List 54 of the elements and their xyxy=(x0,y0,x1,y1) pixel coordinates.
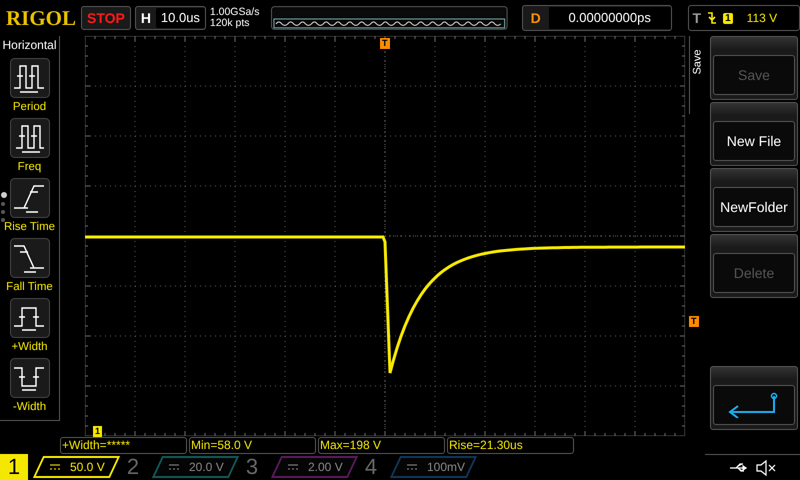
channel-scale-box[interactable]: 2.00 V xyxy=(270,456,358,478)
delay-value: 0.00000000ps xyxy=(548,7,671,29)
delay-label: D xyxy=(530,10,542,26)
rise-measure-icon[interactable] xyxy=(10,178,50,218)
measurement-readout: +Width=***** xyxy=(60,437,187,454)
dc-coupling-icon xyxy=(169,464,179,470)
measure-label[interactable]: Period xyxy=(12,101,46,113)
channel-scale-box[interactable]: 20.0 V xyxy=(152,456,240,478)
memory-depth: 120k pts xyxy=(210,18,251,29)
usb-icon xyxy=(730,462,750,472)
return-button[interactable] xyxy=(713,385,795,425)
panel-title: Horizontal xyxy=(2,38,57,52)
channel-number[interactable]: 4 xyxy=(357,454,385,480)
dc-coupling-icon xyxy=(288,464,298,470)
brand-logo: RIGOL xyxy=(6,6,77,30)
channel-number[interactable]: 2 xyxy=(119,454,147,480)
trigger-label: T xyxy=(692,10,702,26)
measurement-readout: Rise=21.30us xyxy=(447,437,574,454)
channel-scale: 100mV xyxy=(427,460,466,474)
measurement-readout: Max=198 V xyxy=(318,437,445,454)
trigger-level: 113 V xyxy=(746,11,778,25)
menu-title: Save xyxy=(692,49,704,75)
measure-label[interactable]: Rise Time xyxy=(4,221,56,233)
fall-measure-icon[interactable] xyxy=(10,238,50,278)
channel-number[interactable]: 1 xyxy=(0,454,28,480)
channel-scale-box[interactable]: 100mV xyxy=(390,456,478,478)
trigger-source: 1 xyxy=(723,12,733,24)
freq-measure-icon[interactable] xyxy=(10,118,50,158)
trigger-level-marker[interactable]: T xyxy=(689,316,698,327)
dc-coupling-icon xyxy=(50,464,60,470)
nwidth-measure-icon[interactable] xyxy=(10,358,50,398)
falling-edge-icon xyxy=(707,11,718,25)
channel-scale: 50.0 V xyxy=(70,460,105,474)
mute-icon xyxy=(756,460,776,476)
measure-label[interactable]: -Width xyxy=(12,401,46,413)
measurement-readout: Min=58.0 V xyxy=(189,437,316,454)
measure-label[interactable]: Fall Time xyxy=(6,281,53,293)
trigger-position-marker[interactable]: T xyxy=(380,38,390,49)
measure-label[interactable]: Freq xyxy=(18,161,42,173)
channel-scale-box[interactable]: 50.0 V xyxy=(32,456,120,478)
channel-marker[interactable]: 1 xyxy=(93,426,102,437)
timebase-label: H xyxy=(140,10,152,26)
sample-rate: 1.00GSa/s xyxy=(210,7,260,18)
channel-scale: 20.0 V xyxy=(189,460,224,474)
channel-number[interactable]: 3 xyxy=(238,454,266,480)
timebase-value: 10.0us xyxy=(156,8,205,28)
softkey-button[interactable]: NewFolder xyxy=(713,187,795,227)
softkey-button[interactable]: New File xyxy=(713,121,795,161)
period-measure-icon[interactable] xyxy=(10,58,50,98)
dc-coupling-icon xyxy=(407,464,417,470)
pwidth-measure-icon[interactable] xyxy=(10,298,50,338)
run-stop-indicator[interactable]: STOP xyxy=(80,6,131,30)
channel-scale: 2.00 V xyxy=(308,460,343,474)
measure-label[interactable]: +Width xyxy=(11,341,48,353)
